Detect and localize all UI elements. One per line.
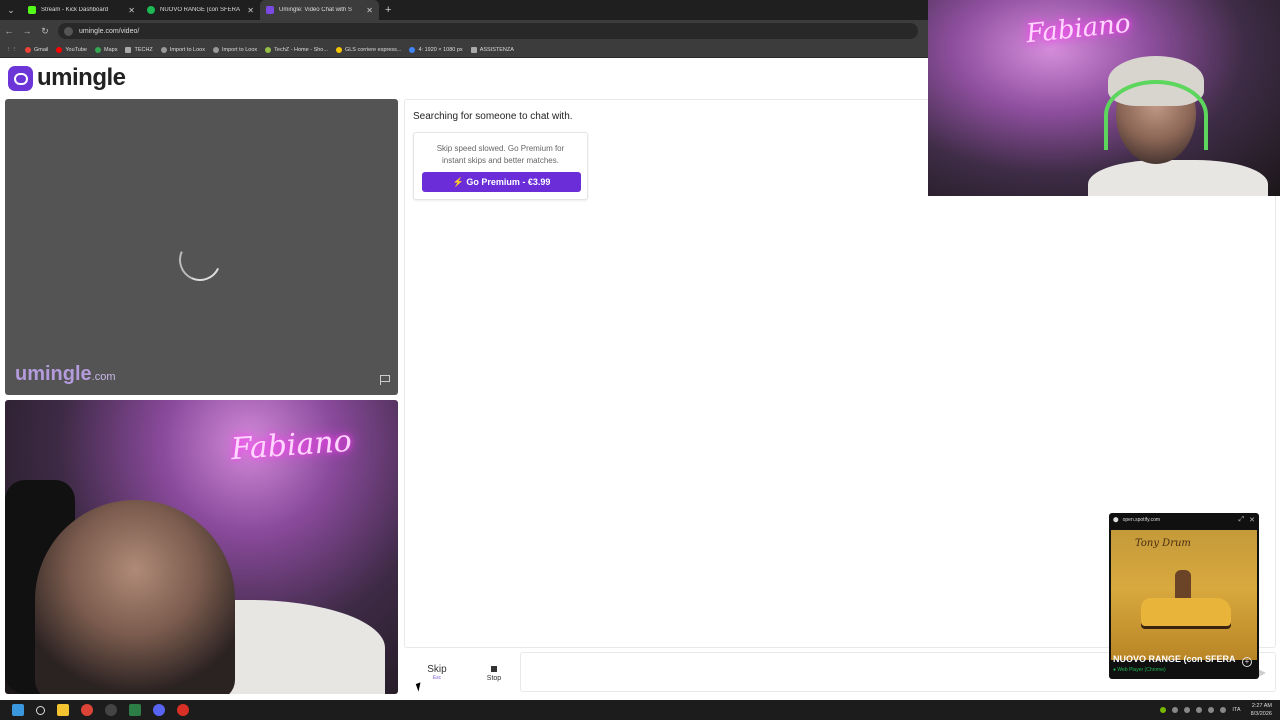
tab-title: NUOVO RANGE (con SFERA (160, 7, 241, 13)
kick-icon (28, 6, 36, 14)
globe-icon (212, 46, 219, 53)
player-domain: open.spotify.com (1122, 517, 1161, 523)
system-tray: ITA 2:27 AM 8/3/2026 (1154, 702, 1272, 718)
gmail-icon (25, 46, 31, 53)
tray-app-icon[interactable] (1184, 707, 1191, 713)
search-icon[interactable] (36, 705, 45, 715)
stop-icon (491, 666, 497, 672)
clock[interactable]: 2:27 AM 8/3/2026 (1251, 702, 1272, 718)
app-icon[interactable] (177, 704, 189, 716)
spotify-icon (147, 6, 155, 14)
close-icon[interactable]: ✕ (1249, 516, 1255, 524)
tab-title: Stream - Kick Dashboard (41, 7, 109, 13)
album-car (1141, 598, 1231, 626)
go-premium-button[interactable]: ⚡ Go Premium - €3.99 (422, 172, 581, 192)
bookmark-resolution[interactable]: 4: 1920 × 1080 px (409, 46, 463, 53)
close-icon[interactable]: ✕ (247, 6, 254, 15)
start-icon[interactable] (12, 704, 24, 716)
premium-message: Skip speed slowed. Go Premium for instan… (436, 144, 565, 165)
self-video: Fabiano (5, 400, 398, 694)
terminal-icon[interactable] (129, 704, 141, 716)
volume-icon[interactable] (1220, 707, 1227, 713)
tray-app-icon[interactable] (1196, 707, 1203, 713)
umingle-icon (266, 6, 274, 14)
apps-icon[interactable]: ⋮⋮ (6, 47, 17, 53)
site-logo-text[interactable]: umingle (37, 64, 126, 92)
tray-app-icon[interactable] (1172, 707, 1179, 713)
neon-sign: Fabiano (1024, 8, 1132, 50)
stranger-video: umingle.com (5, 99, 398, 395)
new-tab-button[interactable]: + (385, 4, 391, 16)
bookmark-gls[interactable]: GLS corriere espress... (335, 46, 401, 53)
spotify-mini-player: ⬤ open.spotify.com ⤢ ✕ Tony Drum NUOVO R… (1109, 513, 1259, 679)
windows-taskbar: ITA 2:27 AM 8/3/2026 (0, 700, 1280, 720)
video-watermark: umingle.com (15, 363, 116, 385)
album-signature: Tony Drum (1135, 538, 1191, 549)
globe-icon (160, 46, 167, 53)
close-icon[interactable]: ✕ (366, 6, 373, 15)
person-shirt (1088, 160, 1268, 196)
premium-card: Skip speed slowed. Go Premium for instan… (413, 132, 588, 200)
chrome-icon (409, 46, 416, 53)
shopify-icon (265, 46, 272, 53)
send-icon[interactable] (1258, 669, 1266, 677)
nvidia-icon[interactable] (1160, 707, 1167, 713)
back-icon[interactable]: ← (0, 26, 18, 36)
bookmark-import-loox[interactable]: Import to Loox (160, 46, 205, 53)
bookmark-techz[interactable]: TECHZ (125, 46, 153, 53)
chat-status: Searching for someone to chat with. (413, 111, 573, 122)
mini-player-header: ⬤ open.spotify.com ⤢ ✕ (1109, 513, 1259, 527)
umingle-logo-icon[interactable] (8, 66, 33, 91)
wifi-icon[interactable] (1208, 707, 1215, 713)
tab-search-icon[interactable]: ⌄ (0, 0, 22, 20)
tab-title: Umingle: Video Chat with S (279, 7, 352, 13)
bookmark-assistenza[interactable]: ASSISTENZA (470, 46, 514, 53)
bookmark-import-loox-2[interactable]: Import to Loox (212, 46, 257, 53)
tab-umingle[interactable]: Umingle: Video Chat with S ✕ (260, 0, 379, 20)
streamer-webcam-overlay: Fabiano (928, 0, 1280, 196)
bookmark-gmail[interactable]: Gmail (25, 46, 48, 53)
album-art: Tony Drum (1111, 530, 1257, 660)
expand-icon[interactable]: ⤢ (1239, 516, 1245, 524)
close-icon[interactable]: ✕ (128, 6, 135, 15)
gls-icon (335, 46, 342, 53)
bookmark-techz-home[interactable]: TechZ - Home - Sho... (265, 46, 328, 53)
spotify-icon: ⬤ (1113, 517, 1119, 523)
discord-icon[interactable] (153, 704, 165, 716)
reload-icon[interactable]: ↻ (36, 26, 54, 37)
stop-button[interactable]: Stop (477, 655, 511, 689)
bookmark-maps[interactable]: Maps (95, 46, 117, 53)
skip-button[interactable]: Skip Esc (418, 655, 456, 689)
file-explorer-icon[interactable] (57, 704, 69, 716)
chrome-icon[interactable] (81, 704, 93, 716)
stop-label: Stop (486, 675, 502, 682)
maps-icon (95, 46, 101, 53)
skip-key-hint: Esc (432, 675, 442, 681)
track-source: ● Web Player (Chrome) (1113, 667, 1166, 673)
track-title: NUOVO RANGE (con SFERA (1113, 654, 1236, 664)
tab-kick-dashboard[interactable]: Stream - Kick Dashboard ✕ (22, 0, 141, 20)
skip-label: Skip (427, 664, 447, 675)
person (35, 500, 235, 694)
tab-spotify[interactable]: NUOVO RANGE (con SFERA ✕ (141, 0, 260, 20)
headset (1104, 80, 1208, 150)
url-text: umingle.com/video/ (79, 27, 140, 35)
neon-sign: Fabiano (229, 423, 353, 468)
report-flag-icon[interactable] (380, 375, 390, 385)
input-language[interactable]: ITA (1232, 707, 1240, 713)
site-info-icon[interactable] (64, 26, 73, 36)
loading-spinner-icon (173, 233, 227, 287)
bookmark-youtube[interactable]: YouTube (56, 46, 87, 53)
youtube-icon (56, 46, 63, 53)
folder-icon (125, 46, 132, 53)
add-to-library-icon[interactable]: + (1242, 657, 1252, 667)
folder-icon (470, 46, 477, 53)
address-bar[interactable]: umingle.com/video/ (58, 23, 918, 39)
forward-icon[interactable]: → (18, 26, 36, 36)
obs-icon[interactable] (105, 704, 117, 716)
